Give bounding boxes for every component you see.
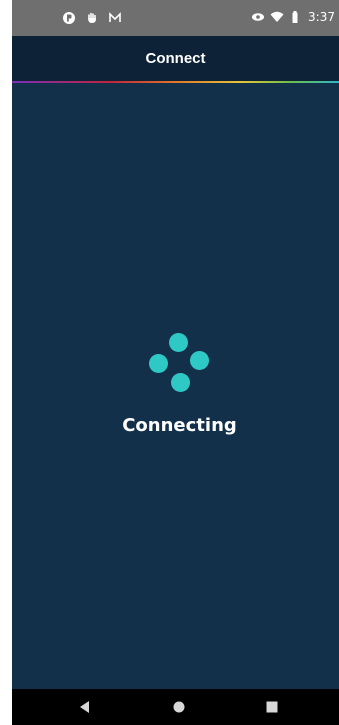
system-nav-bar (12, 689, 339, 725)
back-triangle-icon (80, 701, 89, 713)
battery-icon (289, 10, 303, 24)
spinner-dot-top (169, 333, 188, 352)
home-button[interactable] (170, 698, 188, 716)
home-circle-icon (173, 701, 185, 713)
page-title: Connect (145, 50, 206, 67)
status-left-icons (62, 11, 122, 25)
loading-spinner (146, 331, 210, 395)
status-right-icons: 3:37 (251, 10, 335, 24)
spinner-dot-left (149, 354, 168, 373)
app-notification-icon (62, 11, 76, 25)
wifi-icon (270, 10, 284, 24)
spinner-dot-bottom (171, 373, 190, 392)
app-bar-accent-line (12, 81, 339, 83)
app-bar: Connect (12, 36, 339, 81)
recents-button[interactable] (263, 698, 281, 716)
status-bar: 3:37 (12, 0, 339, 36)
recents-square-icon (266, 701, 278, 713)
status-time: 3:37 (308, 10, 335, 24)
hand-icon (85, 11, 99, 25)
back-button[interactable] (76, 698, 94, 716)
app-screen: 3:37 Connect Connecting (12, 0, 339, 725)
mail-icon (108, 11, 122, 25)
connecting-status-text: Connecting (122, 415, 237, 436)
spinner-dot-right (190, 351, 209, 370)
eye-icon (251, 10, 265, 24)
